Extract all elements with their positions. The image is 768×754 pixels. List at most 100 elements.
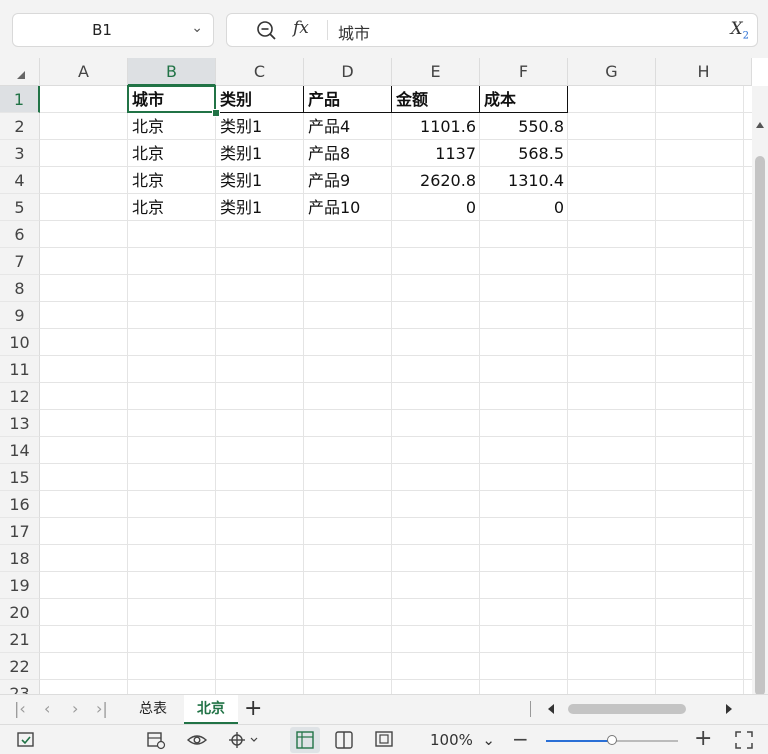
- row-header-17[interactable]: 17: [0, 518, 40, 545]
- last-sheet-icon[interactable]: ›|: [96, 699, 108, 718]
- spreadsheet-grid[interactable]: A B C D E F G H 1 2 3 4 5 6 7 8 9 10 11 12 13 14 15 16 17 18 19 20 2…: [0, 58, 768, 694]
- column-header-E[interactable]: E: [392, 58, 480, 86]
- status-bar: 100% ⌄ − +: [0, 724, 768, 754]
- table-cell[interactable]: 产品8: [304, 140, 392, 167]
- column-header-D[interactable]: D: [304, 58, 392, 86]
- table-cell[interactable]: 类别1: [216, 194, 304, 221]
- row-header-1[interactable]: 1: [0, 86, 40, 113]
- column-header-C[interactable]: C: [216, 58, 304, 86]
- vertical-scroll-thumb[interactable]: [755, 156, 765, 694]
- row-gridline: [40, 652, 752, 653]
- sheet-tab-北京[interactable]: 北京: [184, 695, 238, 724]
- row-gridline: [40, 463, 752, 464]
- zoom-level[interactable]: 100% ⌄: [430, 731, 495, 749]
- freeze-icon[interactable]: [228, 730, 260, 750]
- table-cell[interactable]: 2620.8: [392, 167, 480, 194]
- normal-view-icon[interactable]: [295, 730, 315, 750]
- eye-icon[interactable]: [186, 730, 208, 750]
- column-header-B[interactable]: B: [128, 58, 216, 86]
- clear-format-icon[interactable]: X2: [731, 19, 749, 41]
- table-cell[interactable]: 北京: [128, 140, 216, 167]
- table-header-cell[interactable]: 产品: [304, 86, 392, 113]
- row-header-9[interactable]: 9: [0, 302, 40, 329]
- table-cell[interactable]: 0: [480, 194, 568, 221]
- row-header-2[interactable]: 2: [0, 113, 40, 140]
- row-header-15[interactable]: 15: [0, 464, 40, 491]
- row-header-4[interactable]: 4: [0, 167, 40, 194]
- vertical-scrollbar[interactable]: [752, 86, 768, 694]
- first-sheet-icon[interactable]: |‹: [14, 699, 26, 718]
- table-cell[interactable]: 568.5: [480, 140, 568, 167]
- row-header-21[interactable]: 21: [0, 626, 40, 653]
- add-sheet-icon[interactable]: +: [244, 696, 262, 721]
- row-header-5[interactable]: 5: [0, 194, 40, 221]
- row-gridline: [40, 625, 752, 626]
- row-header-13[interactable]: 13: [0, 410, 40, 437]
- zoom-minus-icon[interactable]: −: [512, 727, 529, 751]
- column-header-A[interactable]: A: [40, 58, 128, 86]
- formula-value[interactable]: 城市: [338, 20, 370, 44]
- column-header-G[interactable]: G: [568, 58, 656, 86]
- row-header-19[interactable]: 19: [0, 572, 40, 599]
- name-box[interactable]: B1 ⌄: [12, 13, 214, 47]
- row-header-10[interactable]: 10: [0, 329, 40, 356]
- row-header-20[interactable]: 20: [0, 599, 40, 626]
- prev-sheet-icon[interactable]: ‹: [44, 699, 50, 718]
- table-cell[interactable]: 北京: [128, 194, 216, 221]
- row-header-7[interactable]: 7: [0, 248, 40, 275]
- sheet-settings-icon[interactable]: [146, 730, 166, 750]
- table-cell[interactable]: 北京: [128, 113, 216, 140]
- zoom-slider-knob[interactable]: [607, 735, 617, 745]
- header-cell-border: [567, 86, 568, 113]
- scroll-left-icon[interactable]: [548, 704, 554, 714]
- next-sheet-icon[interactable]: ›: [72, 699, 78, 718]
- scroll-up-icon[interactable]: [756, 122, 764, 128]
- table-cell[interactable]: 类别1: [216, 140, 304, 167]
- column-header-H[interactable]: H: [656, 58, 752, 86]
- table-cell[interactable]: 产品4: [304, 113, 392, 140]
- select-all-corner[interactable]: [0, 58, 40, 86]
- scroll-right-icon[interactable]: [726, 704, 732, 714]
- table-cell[interactable]: 产品10: [304, 194, 392, 221]
- row-header-12[interactable]: 12: [0, 383, 40, 410]
- row-gridline: [40, 247, 752, 248]
- table-cell[interactable]: 北京: [128, 167, 216, 194]
- page-break-view-icon[interactable]: [334, 730, 354, 750]
- zoom-out-icon[interactable]: [255, 19, 277, 41]
- row-header-18[interactable]: 18: [0, 545, 40, 572]
- spellcheck-icon[interactable]: [16, 730, 36, 750]
- fullscreen-icon[interactable]: [734, 730, 754, 750]
- sheet-tab-总表[interactable]: 总表: [128, 695, 178, 724]
- column-header-F[interactable]: F: [480, 58, 568, 86]
- formula-box[interactable]: fx 城市 X2: [226, 13, 758, 47]
- zoom-slider-fill: [546, 740, 612, 742]
- row-header-6[interactable]: 6: [0, 221, 40, 248]
- zoom-plus-icon[interactable]: +: [694, 726, 712, 751]
- row-header-14[interactable]: 14: [0, 437, 40, 464]
- row-header-8[interactable]: 8: [0, 275, 40, 302]
- table-cell[interactable]: 1310.4: [480, 167, 568, 194]
- horizontal-scroll-thumb[interactable]: [568, 704, 686, 714]
- table-cell[interactable]: 0: [392, 194, 480, 221]
- row-gridline: [40, 301, 752, 302]
- table-cell[interactable]: 1101.6: [392, 113, 480, 140]
- column-gridline: [743, 86, 744, 694]
- table-cell[interactable]: 1137: [392, 140, 480, 167]
- row-header-11[interactable]: 11: [0, 356, 40, 383]
- fill-handle[interactable]: [212, 109, 220, 117]
- row-header-16[interactable]: 16: [0, 491, 40, 518]
- row-header-22[interactable]: 22: [0, 653, 40, 680]
- row-gridline: [40, 517, 752, 518]
- table-header-cell[interactable]: 类别: [216, 86, 304, 113]
- page-layout-icon[interactable]: [374, 730, 394, 750]
- table-cell[interactable]: 类别1: [216, 113, 304, 140]
- chevron-down-icon[interactable]: ⌄: [191, 20, 203, 36]
- row-header-23[interactable]: 23: [0, 680, 40, 694]
- fx-icon[interactable]: fx: [293, 18, 309, 38]
- row-header-3[interactable]: 3: [0, 140, 40, 167]
- table-cell[interactable]: 类别1: [216, 167, 304, 194]
- table-cell[interactable]: 550.8: [480, 113, 568, 140]
- table-header-cell[interactable]: 金额: [392, 86, 480, 113]
- table-cell[interactable]: 产品9: [304, 167, 392, 194]
- table-header-cell[interactable]: 成本: [480, 86, 568, 113]
